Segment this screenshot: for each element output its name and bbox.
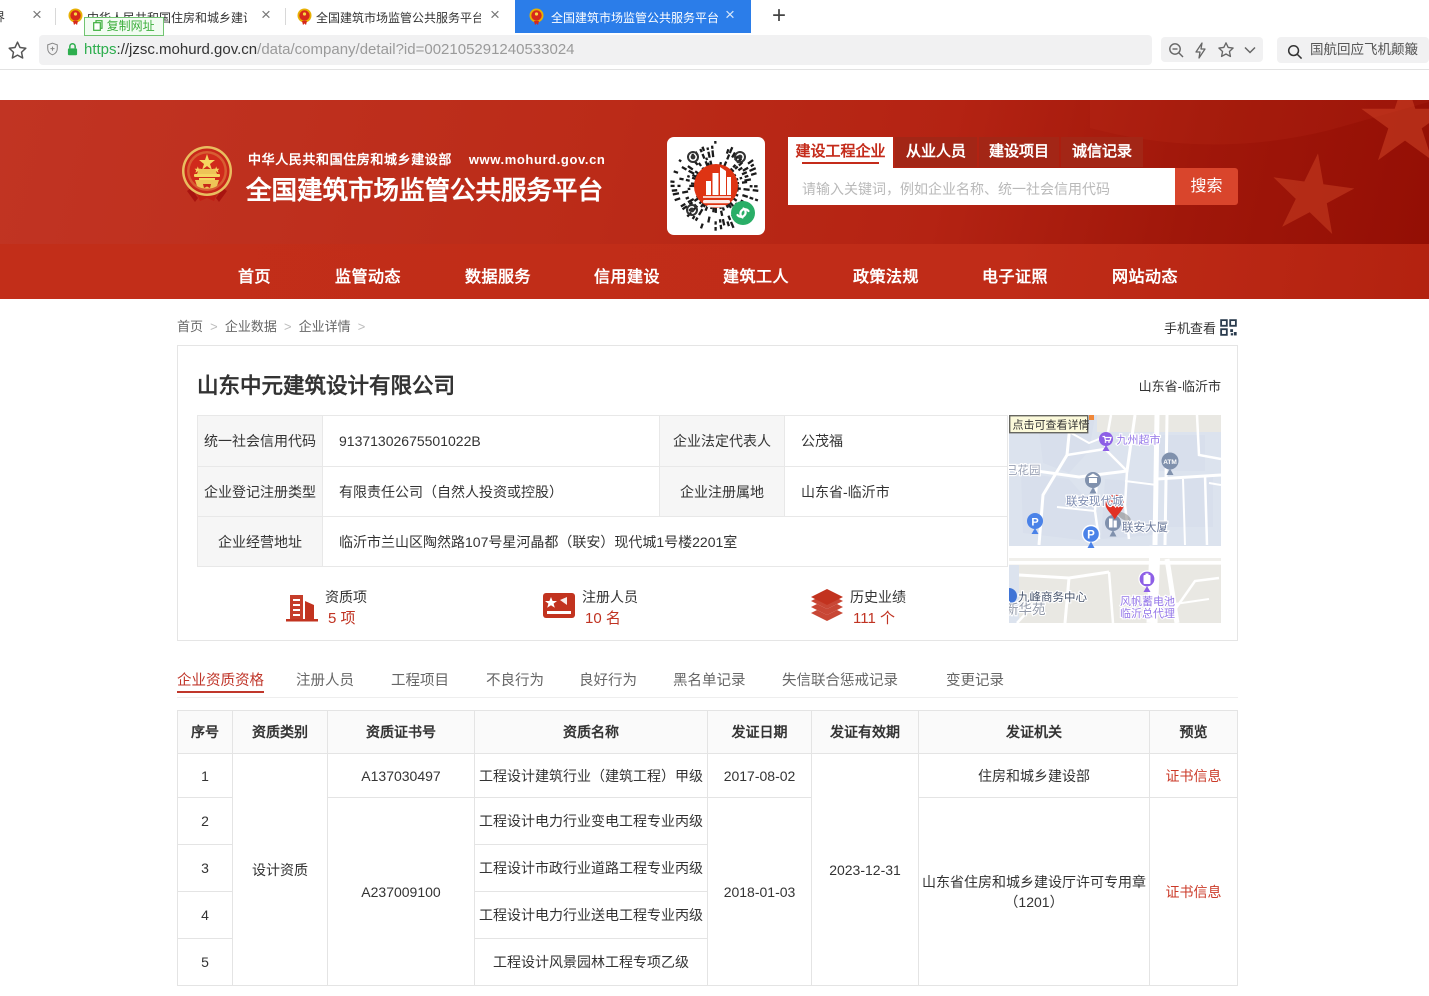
svg-text:P: P bbox=[1031, 517, 1038, 529]
svg-text:联安大厦: 联安大厦 bbox=[1122, 520, 1168, 534]
svg-text:己花园: 己花园 bbox=[1009, 464, 1041, 477]
svg-text:临沂总代理: 临沂总代理 bbox=[1120, 606, 1175, 620]
svg-text:九州超市: 九州超市 bbox=[1117, 433, 1161, 447]
svg-text:风帆蓄电池: 风帆蓄电池 bbox=[1120, 594, 1175, 608]
svg-text:P: P bbox=[1087, 530, 1095, 542]
svg-text:新华苑: 新华苑 bbox=[1009, 602, 1046, 617]
svg-text:点击可查看详情: 点击可查看详情 bbox=[1013, 418, 1090, 432]
svg-text:ATM: ATM bbox=[1163, 459, 1177, 466]
svg-text:联安现代城: 联安现代城 bbox=[1066, 494, 1124, 508]
